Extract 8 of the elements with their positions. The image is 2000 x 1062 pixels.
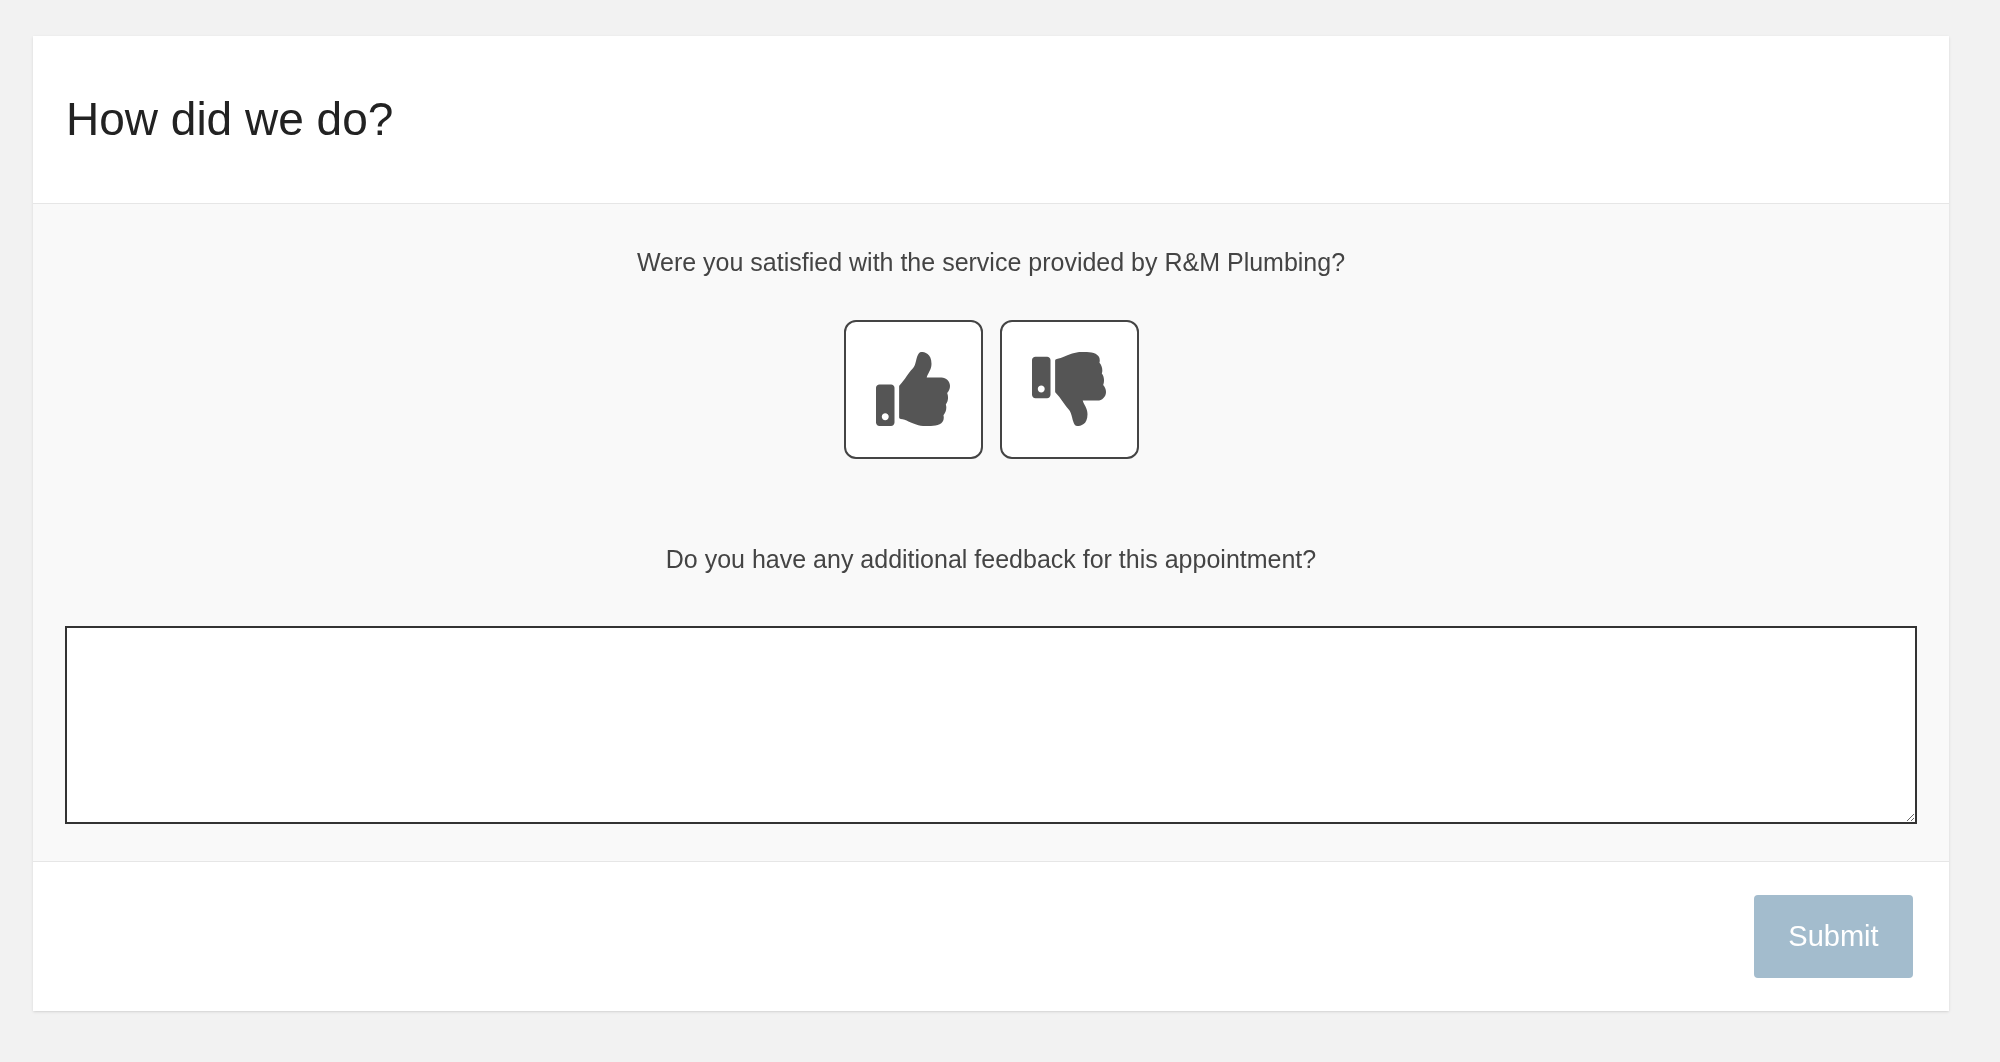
thumbs-up-button[interactable] [843,319,983,459]
question-text: Do you have any additional feedback for this appointment? [665,543,1317,575]
thumbs-down-icon [1032,352,1106,426]
thumbs-up-icon [876,352,950,426]
thumbs-down-button[interactable] [999,319,1139,459]
question-text: Were you satisfied with the service provided by R&M Plumbing? [636,247,1346,278]
card-title: How did we do? [66,92,394,147]
feedback-field[interactable] [65,626,1917,824]
